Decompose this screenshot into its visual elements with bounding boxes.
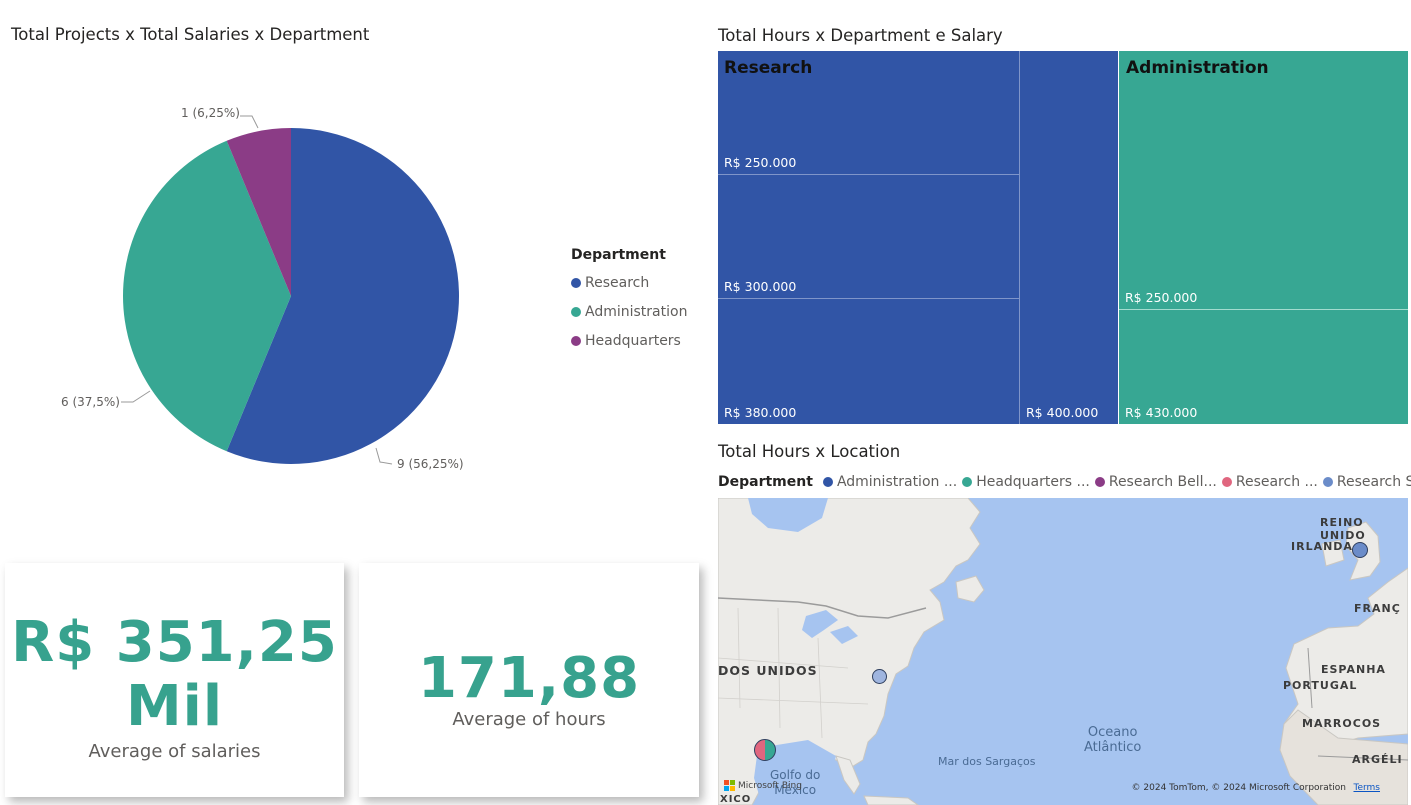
pie-legend-item-research[interactable]: Research <box>571 268 687 297</box>
map-legend-item-research[interactable]: Research ... <box>1221 474 1318 490</box>
map-label-irlanda: IRLANDA <box>1291 540 1353 553</box>
cuba-land <box>863 795 919 805</box>
legend-dot-icon <box>1094 477 1105 487</box>
treemap-group-administration: Administration <box>1126 58 1269 78</box>
treemap-tile-research-300000[interactable]: R$ 300.000 <box>718 175 1020 299</box>
map-legend-item-research-bell[interactable]: Research Bell... <box>1094 474 1217 490</box>
map-legend-label: Research S... <box>1336 474 1411 490</box>
kpi-value-salaries: R$ 351,25 <box>11 610 338 675</box>
map-label-reino-unido: REINO UNIDO <box>1320 516 1366 542</box>
treemap-title: Total Hours x Department e Salary <box>718 26 1003 45</box>
map-bubble-houston[interactable] <box>754 739 776 761</box>
treemap-tile-administration-430000[interactable]: R$ 430.000 <box>1119 310 1408 424</box>
pie-legend-title: Department <box>571 247 666 263</box>
map-label-oceano-line2: Atlântico <box>1084 740 1142 755</box>
map-label-oceano: Oceano Atlântico <box>1084 725 1141 755</box>
pie-legend-label: Administration <box>585 303 688 320</box>
map-legend-label: Research ... <box>1235 474 1318 490</box>
map-canvas[interactable]: REINO UNIDO IRLANDA FRANÇ DOS UNIDOS ESP… <box>718 498 1408 805</box>
kpi-value-hours: 171,88 <box>417 646 641 711</box>
treemap-tile-label: R$ 430.000 <box>1125 405 1198 420</box>
treemap-tile-label: R$ 250.000 <box>1125 290 1198 305</box>
map-label-franca: FRANÇ <box>1354 602 1401 615</box>
map-legend-item-administration[interactable]: Administration ... <box>822 474 958 490</box>
treemap-tile-research-400000[interactable]: R$ 400.000 <box>1020 51 1119 424</box>
pie-legend-label: Headquarters <box>585 332 681 349</box>
kpi-card-average-salaries[interactable]: R$ 351,25 Mil Average of salaries <box>5 563 344 797</box>
pie-label-research: 9 (56,25%) <box>397 457 464 471</box>
map-terms-link[interactable]: Terms <box>1353 783 1380 793</box>
microsoft-logo-icon <box>724 780 735 791</box>
treemap-tile-label: R$ 300.000 <box>724 279 797 294</box>
newfoundland-land <box>955 575 985 603</box>
kpi-label-hours: Average of hours <box>452 709 606 730</box>
map-bubble-east-coast[interactable] <box>872 669 887 684</box>
legend-dot-icon <box>571 277 581 288</box>
treemap-tile-administration-250000[interactable]: R$ 250.000 <box>1119 51 1408 310</box>
map-label-portugal: PORTUGAL <box>1283 679 1358 692</box>
map-label-oceano-line1: Oceano <box>1087 725 1138 740</box>
microsoft-bing-logo: Microsoft Bing <box>724 780 802 791</box>
pie-chart-title: Total Projects x Total Salaries x Depart… <box>11 25 370 44</box>
map-legend-title: Department <box>718 474 813 490</box>
map-label-espanha: ESPANHA <box>1321 663 1386 676</box>
map-label-argelia: ARGÉLI <box>1352 753 1403 766</box>
map-label-marrocos: MARROCOS <box>1302 717 1382 730</box>
leader-line-headquarters <box>240 115 259 129</box>
legend-dot-icon <box>1322 477 1333 487</box>
legend-dot-icon <box>822 477 833 487</box>
pie-label-headquarters: 1 (6,25%) <box>181 106 240 120</box>
pie-legend-item-administration[interactable]: Administration <box>571 297 687 326</box>
treemap-chart[interactable]: R$ 250.000 R$ 300.000 R$ 380.000 R$ 400.… <box>718 51 1408 424</box>
kpi-label-salaries: Average of salaries <box>88 741 261 762</box>
treemap-tile-label: R$ 250.000 <box>724 155 797 170</box>
leader-line-administration <box>121 390 151 403</box>
map-legend: Department Administration ... Headquarte… <box>718 474 1411 490</box>
map-provider: Microsoft Bing <box>738 780 802 791</box>
kpi-value-salaries-unit: Mil <box>125 674 224 739</box>
map-attribution: © 2024 TomTom, © 2024 Microsoft Corporat… <box>1131 783 1346 793</box>
treemap-tile-research-380000[interactable]: R$ 380.000 <box>718 299 1020 424</box>
pie-legend-label: Research <box>585 274 650 291</box>
map-bubble-london[interactable] <box>1352 542 1368 558</box>
map-legend-item-headquarters[interactable]: Headquarters ... <box>962 474 1090 490</box>
leader-line-research <box>375 447 393 465</box>
kpi-card-average-hours[interactable]: 171,88 Average of hours <box>359 563 699 797</box>
map-legend-label: Research Bell... <box>1108 474 1217 490</box>
legend-dot-icon <box>962 477 973 487</box>
map-legend-item-research-s[interactable]: Research S... <box>1322 474 1411 490</box>
pie-legend-item-headquarters[interactable]: Headquarters <box>571 326 687 355</box>
treemap-tile-label: R$ 400.000 <box>1026 405 1099 420</box>
legend-dot-icon <box>571 335 581 346</box>
map-legend-label: Administration ... <box>836 474 958 490</box>
legend-dot-icon <box>1221 477 1232 487</box>
map-label-estados-unidos: DOS UNIDOS <box>718 663 818 678</box>
map-legend-label: Headquarters ... <box>976 474 1090 490</box>
pie-label-administration: 6 (37,5%) <box>61 395 120 409</box>
treemap-tile-label: R$ 380.000 <box>724 405 797 420</box>
map-title: Total Hours x Location <box>718 442 901 461</box>
map-label-sargacos: Mar dos Sargaços <box>938 755 1036 768</box>
legend-dot-icon <box>571 306 581 317</box>
treemap-group-research: Research <box>724 58 813 78</box>
map-label-mexico: XICO <box>720 794 752 805</box>
pie-legend: Department Research Administration Headq… <box>571 247 687 355</box>
